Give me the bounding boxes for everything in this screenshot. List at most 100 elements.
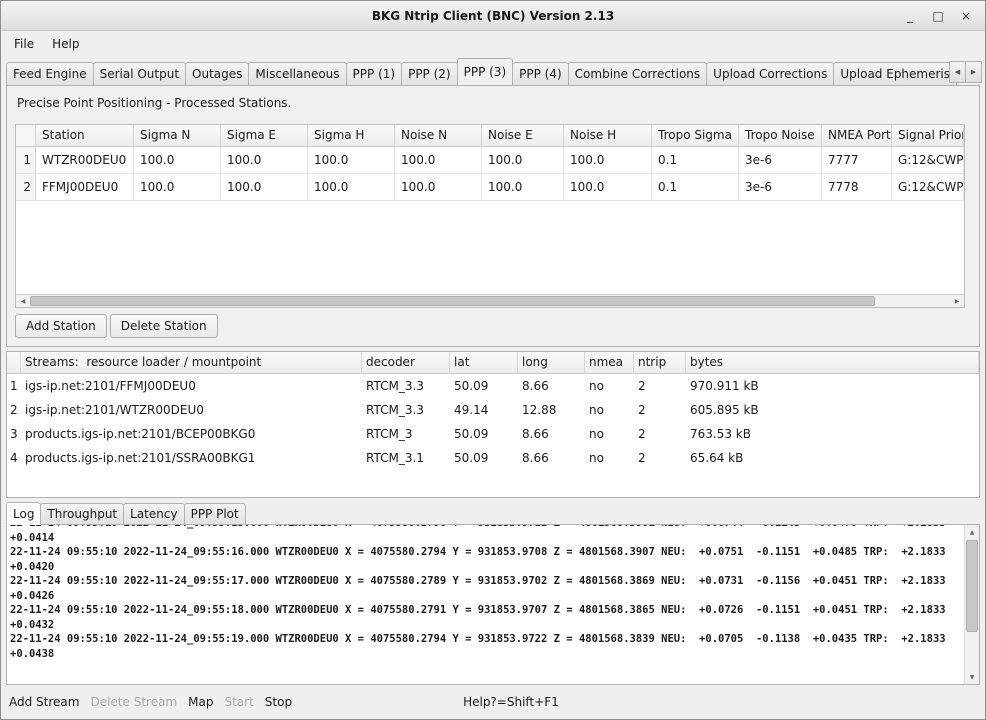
header-nmea: nmea xyxy=(585,352,634,374)
cell-station[interactable]: FFMJ00DEU0 xyxy=(36,174,134,201)
tab-log[interactable]: Log xyxy=(6,502,41,525)
cell-nmea-port[interactable]: 7778 xyxy=(822,174,892,201)
cell-bytes[interactable]: 605.895 kB xyxy=(686,398,979,422)
cell-bytes[interactable]: 763.53 kB xyxy=(686,422,979,446)
cell-noise-h[interactable]: 100.0 xyxy=(564,174,652,201)
cell-station[interactable]: WTZR00DEU0 xyxy=(36,147,134,174)
menu-help[interactable]: Help xyxy=(43,33,88,55)
tab-scroll-right-icon[interactable]: ▶ xyxy=(965,61,982,83)
tab-outages[interactable]: Outages xyxy=(185,62,249,85)
menu-file[interactable]: File xyxy=(5,33,43,55)
tab-ppp-3[interactable]: PPP (3) xyxy=(457,58,514,85)
tab-ppp-2[interactable]: PPP (2) xyxy=(401,62,458,85)
cell-nmea[interactable]: no xyxy=(585,422,634,446)
stream-row[interactable]: 3 products.igs-ip.net:2101/BCEP00BKG0 RT… xyxy=(7,422,979,446)
cell-decoder[interactable]: RTCM_3.1 xyxy=(362,446,450,470)
cell-ntrip[interactable]: 2 xyxy=(634,446,686,470)
cell-mountpoint[interactable]: products.igs-ip.net:2101/BCEP00BKG0 xyxy=(21,422,362,446)
header-noise-h: Noise H xyxy=(564,125,652,147)
station-row: 1 WTZR00DEU0 100.0 100.0 100.0 100.0 100… xyxy=(16,147,964,174)
minimize-icon[interactable]: _ xyxy=(901,6,919,26)
header-tropo-noise: Tropo Noise xyxy=(739,125,822,147)
horizontal-scrollbar[interactable]: ◀ ▶ xyxy=(16,294,964,307)
cell-ntrip[interactable]: 2 xyxy=(634,422,686,446)
add-station-button[interactable]: Add Station xyxy=(15,314,107,338)
table-empty-area xyxy=(7,470,979,497)
cell-noise-h[interactable]: 100.0 xyxy=(564,147,652,174)
tab-ppp-1[interactable]: PPP (1) xyxy=(346,62,403,85)
scrollbar-thumb[interactable] xyxy=(30,296,875,306)
scroll-left-icon[interactable]: ◀ xyxy=(16,295,30,307)
cell-long[interactable]: 8.66 xyxy=(518,374,585,398)
cell-lat[interactable]: 50.09 xyxy=(450,374,518,398)
cell-tropo-sigma[interactable]: 0.1 xyxy=(652,174,739,201)
tab-scroll-left-icon[interactable]: ◀ xyxy=(949,61,966,83)
cell-tropo-sigma[interactable]: 0.1 xyxy=(652,147,739,174)
tab-serial-output[interactable]: Serial Output xyxy=(93,62,186,85)
cell-lat[interactable]: 49.14 xyxy=(450,398,518,422)
cell-ntrip[interactable]: 2 xyxy=(634,398,686,422)
cell-decoder[interactable]: RTCM_3 xyxy=(362,422,450,446)
tab-ppp-plot[interactable]: PPP Plot xyxy=(184,503,246,524)
vertical-scrollbar[interactable]: ▲ ▼ xyxy=(964,525,979,684)
tab-upload-corrections[interactable]: Upload Corrections xyxy=(706,62,834,85)
scroll-right-icon[interactable]: ▶ xyxy=(950,295,964,307)
stream-row[interactable]: 1 igs-ip.net:2101/FFMJ00DEU0 RTCM_3.3 50… xyxy=(7,374,979,398)
cell-ntrip[interactable]: 2 xyxy=(634,374,686,398)
tab-miscellaneous[interactable]: Miscellaneous xyxy=(248,62,346,85)
cell-decoder[interactable]: RTCM_3.3 xyxy=(362,374,450,398)
cell-decoder[interactable]: RTCM_3.3 xyxy=(362,398,450,422)
maximize-icon[interactable]: □ xyxy=(929,6,947,26)
cell-sigma-n[interactable]: 100.0 xyxy=(134,174,221,201)
header-station: Station xyxy=(36,125,134,147)
cell-nmea[interactable]: no xyxy=(585,398,634,422)
stop-action[interactable]: Stop xyxy=(265,695,292,709)
stream-row[interactable]: 2 igs-ip.net:2101/WTZR00DEU0 RTCM_3.3 49… xyxy=(7,398,979,422)
cell-sigma-h[interactable]: 100.0 xyxy=(308,174,395,201)
cell-lat[interactable]: 50.09 xyxy=(450,446,518,470)
tab-throughput[interactable]: Throughput xyxy=(40,503,124,524)
cell-bytes[interactable]: 65.64 kB xyxy=(686,446,979,470)
cell-long[interactable]: 8.66 xyxy=(518,422,585,446)
delete-station-button[interactable]: Delete Station xyxy=(110,314,218,338)
cell-sigma-e[interactable]: 100.0 xyxy=(221,147,308,174)
tab-combine-corrections[interactable]: Combine Corrections xyxy=(568,62,708,85)
cell-tropo-noise[interactable]: 3e-6 xyxy=(739,174,822,201)
stream-row[interactable]: 4 products.igs-ip.net:2101/SSRA00BKG1 RT… xyxy=(7,446,979,470)
tab-upload-ephemeris[interactable]: Upload Ephemeris xyxy=(833,62,957,85)
cell-bytes[interactable]: 970.911 kB xyxy=(686,374,979,398)
cell-long[interactable]: 8.66 xyxy=(518,446,585,470)
cell-mountpoint[interactable]: products.igs-ip.net:2101/SSRA00BKG1 xyxy=(21,446,362,470)
tab-scroll-buttons: ◀ ▶ xyxy=(949,61,982,83)
scroll-up-icon[interactable]: ▲ xyxy=(965,525,979,539)
cell-mountpoint[interactable]: igs-ip.net:2101/FFMJ00DEU0 xyxy=(21,374,362,398)
scroll-down-icon[interactable]: ▼ xyxy=(965,670,979,684)
close-icon[interactable]: × xyxy=(957,6,975,26)
scrollbar-track[interactable] xyxy=(875,295,950,307)
map-action[interactable]: Map xyxy=(188,695,213,709)
tab-latency[interactable]: Latency xyxy=(123,503,184,524)
cell-sigma-h[interactable]: 100.0 xyxy=(308,147,395,174)
cell-lat[interactable]: 50.09 xyxy=(450,422,518,446)
cell-tropo-noise[interactable]: 3e-6 xyxy=(739,147,822,174)
cell-nmea[interactable]: no xyxy=(585,446,634,470)
cell-sigma-e[interactable]: 100.0 xyxy=(221,174,308,201)
cell-noise-n[interactable]: 100.0 xyxy=(395,147,482,174)
delete-stream-action: Delete Stream xyxy=(90,695,177,709)
cell-sigma-n[interactable]: 100.0 xyxy=(134,147,221,174)
cell-noise-e[interactable]: 100.0 xyxy=(482,147,564,174)
cell-long[interactable]: 12.88 xyxy=(518,398,585,422)
cell-nmea-port[interactable]: 7777 xyxy=(822,147,892,174)
log-view: 22-11-24 09:55:10 2022-11-24_09:55:15.00… xyxy=(6,524,980,685)
log-line: +0.0438 xyxy=(10,647,963,662)
cell-noise-n[interactable]: 100.0 xyxy=(395,174,482,201)
add-stream-action[interactable]: Add Stream xyxy=(9,695,79,709)
cell-nmea[interactable]: no xyxy=(585,374,634,398)
cell-signal-priorities[interactable]: G:12&CWPSLX R:12 xyxy=(892,147,964,174)
cell-signal-priorities[interactable]: G:12&CWPSLX R:12 xyxy=(892,174,964,201)
cell-mountpoint[interactable]: igs-ip.net:2101/WTZR00DEU0 xyxy=(21,398,362,422)
tab-ppp-4[interactable]: PPP (4) xyxy=(512,62,569,85)
scrollbar-thumb[interactable] xyxy=(966,540,978,632)
cell-noise-e[interactable]: 100.0 xyxy=(482,174,564,201)
tab-feed-engine[interactable]: Feed Engine xyxy=(6,62,94,85)
